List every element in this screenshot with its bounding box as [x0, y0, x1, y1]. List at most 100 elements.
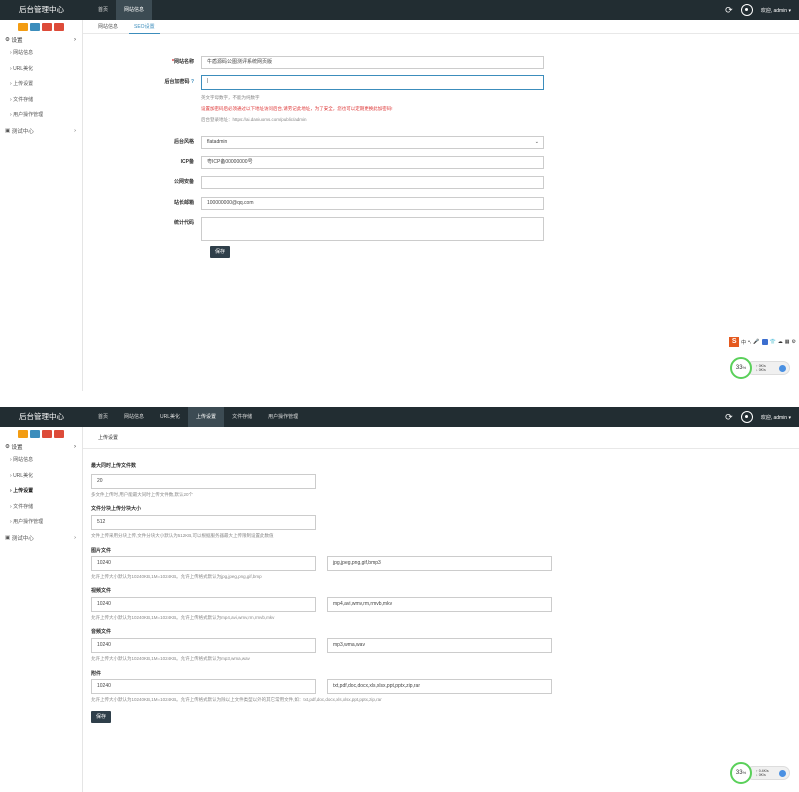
top-right-tools: ⟳ 欢迎, admin ▾: [725, 407, 791, 427]
chevron-down-icon: ⌄: [534, 139, 539, 145]
video-ext-input[interactable]: mp4,avi,wmv,rm,rmvb,mkv: [327, 597, 552, 612]
row-save: 保存: [210, 246, 231, 258]
sidebar-settings-group[interactable]: ⚙ 设置 ›: [0, 34, 82, 46]
quick-icon-red-2[interactable]: [54, 23, 64, 31]
screenshot-panel-upload: 后台管理中心 首页 网站信息 URL美化 上传设置 文件存储 用户操作管理 ⟳ …: [0, 407, 799, 792]
net-monitor[interactable]: 33% ↑ 0.4K/s ↓ 0K/s: [730, 762, 790, 784]
sidebar: ⚙ 设置 › › 网站信息 › URL美化 › 上传设置 › 文件存储 › 用户…: [0, 20, 83, 391]
save-button[interactable]: 保存: [91, 711, 112, 723]
sidebar-item-storage[interactable]: › 文件存储: [0, 500, 82, 516]
panel-separator: [0, 391, 799, 407]
quick-icon-blue[interactable]: [30, 23, 40, 31]
avatar[interactable]: [740, 411, 753, 423]
image-size-input[interactable]: 10240: [91, 556, 316, 571]
ime-keyboard-icon[interactable]: [761, 339, 768, 345]
ime-chinese[interactable]: 中: [741, 339, 746, 346]
nav-url[interactable]: URL美化: [152, 407, 188, 427]
ime-grid-icon[interactable]: ▦: [785, 339, 790, 345]
max-count-label: 最大同时上传文件数: [91, 463, 137, 469]
nav-user-ops[interactable]: 用户操作管理: [260, 407, 306, 427]
row-stat: 统计代码: [83, 217, 544, 241]
accelerator-icon[interactable]: [779, 770, 786, 777]
save-button[interactable]: 保存: [210, 246, 231, 258]
accelerator-icon[interactable]: [779, 365, 786, 372]
quick-icon-yellow[interactable]: [18, 430, 28, 438]
tab-seo[interactable]: SEO设置: [129, 20, 160, 34]
sidebar-item-url[interactable]: › URL美化: [0, 469, 82, 485]
refresh-icon[interactable]: ⟳: [725, 412, 733, 423]
style-select[interactable]: flatadmin ⌄: [201, 136, 544, 149]
tab-site-info[interactable]: 网站信息: [93, 20, 123, 34]
top-nav: 首页 网站信息: [90, 0, 153, 20]
nav-upload[interactable]: 上传设置: [188, 407, 225, 427]
tab-bar: 网站信息 SEO设置: [83, 20, 799, 34]
sidebar-test-center[interactable]: ▣ 测试中心 ›: [0, 124, 82, 139]
quick-icon-red-2[interactable]: [54, 430, 64, 438]
chunk-input[interactable]: 512: [91, 515, 316, 530]
max-count-input[interactable]: 20: [91, 474, 316, 489]
nav-storage[interactable]: 文件存储: [224, 407, 260, 427]
stat-label: 统计代码: [173, 220, 194, 226]
tab-bar: 上传设置: [83, 427, 799, 449]
sidebar-item-storage[interactable]: › 文件存储: [0, 93, 82, 109]
net-monitor[interactable]: 33% ↑ 0K/s ↓ 0K/s: [730, 357, 790, 379]
ime-skin-icon[interactable]: 👕: [770, 339, 776, 345]
sidebar-item-url[interactable]: › URL美化: [0, 62, 82, 78]
ime-punct-icon[interactable]: •,: [748, 339, 751, 345]
audio-help: 允许上传大小默认为10240KB,1M=1024KB。允许上传格式默认为mp3,…: [91, 656, 250, 661]
sidebar-item-user-ops[interactable]: › 用户操作管理: [0, 515, 82, 531]
image-ext-input[interactable]: jpg,jpeg,png,gif,bmp3: [327, 556, 552, 571]
welcome-user[interactable]: 欢迎, admin ▾: [761, 7, 791, 14]
top-navbar: 后台管理中心 首页 网站信息 URL美化 上传设置 文件存储 用户操作管理 ⟳ …: [0, 407, 799, 427]
nav-site-info[interactable]: 网站信息: [116, 0, 153, 20]
quick-icon-blue[interactable]: [30, 430, 40, 438]
refresh-icon[interactable]: ⟳: [725, 5, 733, 16]
help-icon[interactable]: ?: [191, 79, 194, 85]
attach-label: 附件: [91, 671, 102, 677]
icp-input[interactable]: 粤ICP备00000000号: [201, 156, 544, 169]
tab-upload[interactable]: 上传设置: [93, 427, 123, 449]
sidebar-item-upload[interactable]: › 上传设置: [0, 484, 82, 500]
sidebar-item-upload[interactable]: › 上传设置: [0, 77, 82, 93]
quick-icon-yellow[interactable]: [18, 23, 28, 31]
admin-login-url: 后台登录地址：https://ai.daniuoms.com/public/ad…: [201, 117, 307, 122]
top-right-tools: ⟳ 欢迎, admin ▾: [725, 0, 791, 20]
chunk-help: 文件上传采用分块上传,文件分块大小默认为512KB,可以根据服务器最大上传限制设…: [91, 533, 274, 538]
avatar[interactable]: [740, 4, 753, 16]
book-icon: ▣: [5, 535, 12, 541]
attach-size-input[interactable]: 10240: [91, 679, 316, 694]
book-icon: ▣: [5, 128, 12, 134]
ime-mic-icon[interactable]: 🎤: [753, 339, 759, 345]
nav-home[interactable]: 首页: [90, 0, 116, 20]
police-input[interactable]: [201, 176, 544, 189]
sidebar-item-user-ops[interactable]: › 用户操作管理: [0, 108, 82, 124]
video-size-input[interactable]: 10240: [91, 597, 316, 612]
sidebar-item-site-info[interactable]: › 网站信息: [0, 46, 82, 62]
ime-settings-icon[interactable]: ⚙: [792, 339, 796, 345]
audio-ext-input[interactable]: mp3,wma,wav: [327, 638, 552, 653]
quick-icon-red[interactable]: [42, 23, 52, 31]
police-label: 公网安备: [173, 179, 194, 185]
email-label: 站长邮箱: [173, 200, 194, 206]
ime-brand-icon[interactable]: S: [729, 337, 740, 347]
audio-size-input[interactable]: 10240: [91, 638, 316, 653]
ime-cloud-icon[interactable]: ☁: [778, 339, 783, 345]
chevron-right-icon: ›: [74, 535, 76, 541]
attach-ext-input[interactable]: txt,pdf,doc,docx,xls,xlsx,ppt,pptx,zip,r…: [327, 679, 552, 694]
image-help: 允许上传大小默认为10240KB,1M=1024KB。允许上传格式默认为jpg,…: [91, 574, 262, 579]
site-name-input[interactable]: 牛盾源码公图测评系统网页版: [201, 56, 544, 69]
audio-label: 音频文件: [91, 629, 112, 635]
admin-key-input[interactable]: |: [201, 75, 544, 90]
stat-textarea[interactable]: [201, 217, 544, 241]
sidebar-test-center[interactable]: ▣ 测试中心 ›: [0, 531, 82, 546]
nav-site-info[interactable]: 网站信息: [116, 407, 152, 427]
cpu-percent-gauge: 33%: [730, 762, 752, 784]
max-count-help: 多文件上传时,用户能最大同时上传文件数,默认20个: [91, 492, 194, 497]
email-input[interactable]: 100000000@qq.com: [201, 197, 544, 210]
welcome-user[interactable]: 欢迎, admin ▾: [761, 414, 791, 421]
sidebar-item-site-info[interactable]: › 网站信息: [0, 453, 82, 469]
sidebar-settings-group[interactable]: ⚙ 设置 ›: [0, 441, 82, 453]
quick-icon-red[interactable]: [42, 430, 52, 438]
nav-home[interactable]: 首页: [90, 407, 116, 427]
row-police: 公网安备: [83, 176, 544, 189]
